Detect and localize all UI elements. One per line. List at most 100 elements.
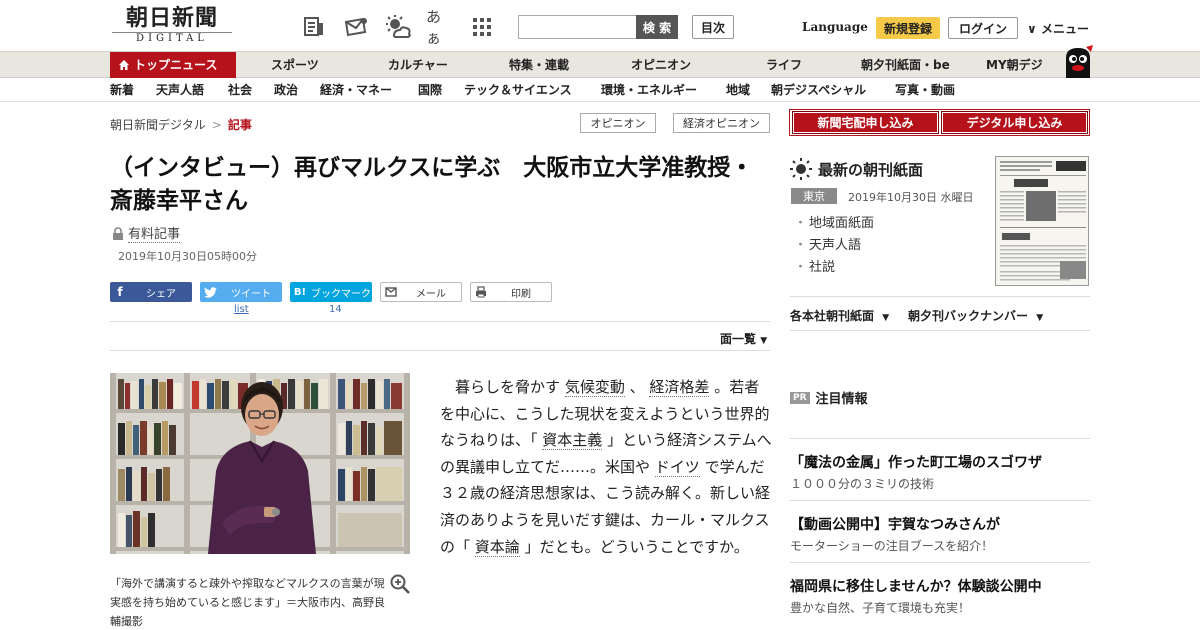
mascot-icon[interactable]	[1060, 44, 1096, 80]
regional-editions-dropdown[interactable]: 各本社朝刊紙面 ▼	[790, 307, 889, 324]
divider	[790, 330, 1090, 331]
article-headline: （インタビュー）再びマルクスに学ぶ 大阪市立大学准教授・斎藤幸平さん	[110, 155, 754, 214]
login-button[interactable]: ログイン	[948, 17, 1018, 39]
article-date: 2019年10月30日05時00分	[118, 250, 257, 263]
nav-item-life[interactable]: ライフ	[766, 52, 802, 78]
promo-subtitle[interactable]: １０００分の３ミリの技術	[790, 475, 934, 492]
nav2-item-society[interactable]: 社会	[228, 79, 252, 102]
logo-sub-text: DIGITAL	[112, 32, 232, 45]
divider	[790, 562, 1090, 563]
article-body: 暮らしを脅かす 気候変動 、 経済格差 。若者を中心に、こうした現状を変えようと…	[440, 374, 772, 560]
paper-link-regional[interactable]: 地域面紙面	[794, 213, 874, 235]
regional-editions-label: 各本社朝刊紙面	[790, 309, 875, 323]
home-delivery-button[interactable]: 新聞宅配申し込み	[792, 111, 939, 134]
promo-title[interactable]: 福岡県に移住しませんか？体験談公開中	[790, 576, 1042, 596]
logo-main-text: 朝日新聞	[125, 5, 218, 31]
nav-item-features[interactable]: 特集・連載	[509, 52, 569, 78]
promo-subtitle[interactable]: 豊かな自然、子育て環境も充実！	[790, 599, 970, 616]
menu-chevron-icon: ∨	[1027, 22, 1037, 36]
lock-icon	[113, 226, 123, 240]
nav2-item-politics[interactable]: 政治	[274, 79, 298, 102]
primary-nav: トップニュース スポーツ カルチャー 特集・連載 オピニオン ライフ 朝夕刊紙面…	[0, 52, 1200, 78]
menu-button[interactable]: ∨ メニュー	[1027, 20, 1089, 37]
sun-icon	[790, 158, 812, 180]
toc-button[interactable]: 目次	[692, 15, 734, 39]
paper-link-tenseijingo[interactable]: 天声人語	[794, 235, 874, 257]
nav2-item-tenseijingo[interactable]: 天声人語	[156, 79, 204, 102]
keyword-link[interactable]: 気候変動	[564, 378, 625, 397]
header-tools: あぁ	[300, 8, 496, 47]
tag-opinion[interactable]: オピニオン	[580, 113, 656, 133]
promo-title[interactable]: 【動画公開中】宇賀なつみさんが	[790, 514, 1000, 534]
article-photo[interactable]	[110, 373, 410, 554]
zoom-in-icon[interactable]	[390, 574, 410, 594]
digital-signup-button[interactable]: デジタル申し込み	[941, 111, 1088, 134]
twitter-icon	[200, 282, 220, 302]
weather-icon[interactable]	[384, 13, 412, 41]
paid-article-label[interactable]: 有料記事	[128, 223, 181, 243]
search-button[interactable]: 検 索	[636, 15, 678, 39]
twitter-count[interactable]: list	[234, 304, 249, 315]
scrap-book-icon[interactable]	[300, 13, 328, 41]
tag-economy-opinion[interactable]: 経済オピニオン	[673, 113, 770, 133]
breadcrumb-home[interactable]: 朝日新聞デジタル	[110, 118, 206, 132]
nav2-item-region[interactable]: 地域	[726, 79, 750, 102]
keyword-link[interactable]: 資本主義	[542, 431, 603, 451]
twitter-share-button[interactable]: ツイート	[200, 282, 282, 302]
nav2-item-special[interactable]: 朝デジスペシャル	[771, 79, 866, 102]
body-text-segment: 暮らしを脅かす	[455, 378, 561, 396]
nav-item-opinion[interactable]: オピニオン	[631, 52, 691, 78]
nav2-item-photo-video[interactable]: 写真・動画	[895, 79, 955, 102]
nav-item-paper[interactable]: 朝夕刊紙面・be	[861, 52, 950, 78]
body-text-segment	[440, 378, 455, 396]
nav-item-sports[interactable]: スポーツ	[271, 52, 319, 78]
hatena-count[interactable]: 14	[329, 304, 342, 315]
nav2-item-international[interactable]: 国際	[418, 79, 442, 102]
register-button[interactable]: 新規登録	[876, 17, 940, 39]
keyword-link[interactable]: 資本論	[474, 537, 520, 557]
nav2-item-environment[interactable]: 環境・エネルギー	[601, 79, 697, 102]
nav-item-culture[interactable]: カルチャー	[388, 52, 448, 78]
paper-list-toggle[interactable]: 面一覧 ▼	[720, 330, 767, 347]
hatena-bookmark-label: ブックマーク	[311, 288, 371, 300]
secondary-nav: 新着 天声人語 社会 政治 経済・マネー 国際 テック＆サイエンス 環境・エネル…	[0, 79, 1200, 102]
paper-link-list: 地域面紙面 天声人語 社説	[794, 213, 874, 279]
keyword-link[interactable]: ドイツ	[654, 457, 700, 477]
menu-label: メニュー	[1040, 22, 1089, 36]
body-text-segment: 」だとも。どういうことですか。	[524, 537, 749, 556]
site-logo[interactable]: 朝日新聞 DIGITAL	[112, 6, 232, 46]
twitter-share-label: ツイート	[231, 288, 271, 300]
morning-paper-title: 最新の朝刊紙面	[790, 158, 923, 180]
breadcrumb-current: 記事	[227, 118, 252, 132]
caret-down-icon: ▼	[882, 313, 890, 323]
facebook-icon: f	[117, 285, 123, 299]
newspaper-thumbnail[interactable]	[995, 156, 1089, 286]
promo-title[interactable]: 「魔法の金属」作った町工場のスゴワザ	[790, 452, 1042, 472]
paper-date: 2019年10月30日 水曜日	[848, 191, 974, 204]
paid-article-badge: 有料記事	[112, 223, 181, 243]
divider	[110, 350, 770, 351]
back-numbers-dropdown[interactable]: 朝夕刊バックナンバー ▼	[908, 307, 1043, 324]
mail-share-button[interactable]: メール	[380, 282, 462, 302]
nav-item-top-news[interactable]: トップニュース	[110, 52, 236, 78]
language-link[interactable]: Language	[802, 20, 868, 34]
facebook-share-button[interactable]: f シェア	[110, 282, 192, 302]
mail-delivery-icon[interactable]	[342, 13, 370, 41]
hatena-bookmark-button[interactable]: B! ブックマーク	[290, 282, 372, 302]
nav-item-my-asadigi[interactable]: MY朝デジ	[986, 52, 1043, 78]
nav2-item-latest[interactable]: 新着	[110, 79, 134, 102]
grid-menu-icon[interactable]	[468, 13, 496, 41]
search-input[interactable]	[518, 15, 636, 39]
paper-link-editorial[interactable]: 社説	[794, 257, 874, 279]
font-size-icon[interactable]: あぁ	[426, 8, 454, 47]
site-header: 朝日新聞 DIGITAL あぁ 検 索 目次 Language 新規登録 ログイ…	[0, 0, 1200, 52]
caret-down-icon: ▼	[1036, 313, 1044, 323]
breadcrumb-separator: >	[211, 118, 222, 132]
mail-share-label: メール	[416, 288, 446, 300]
promo-subtitle[interactable]: モーターショーの注目ブースを紹介！	[790, 537, 993, 554]
print-button[interactable]: 印刷	[470, 282, 552, 302]
nav2-item-tech[interactable]: テック＆サイエンス	[464, 79, 572, 102]
home-icon	[119, 60, 129, 70]
nav2-item-economy[interactable]: 経済・マネー	[320, 79, 392, 102]
keyword-link[interactable]: 経済格差	[649, 378, 710, 397]
